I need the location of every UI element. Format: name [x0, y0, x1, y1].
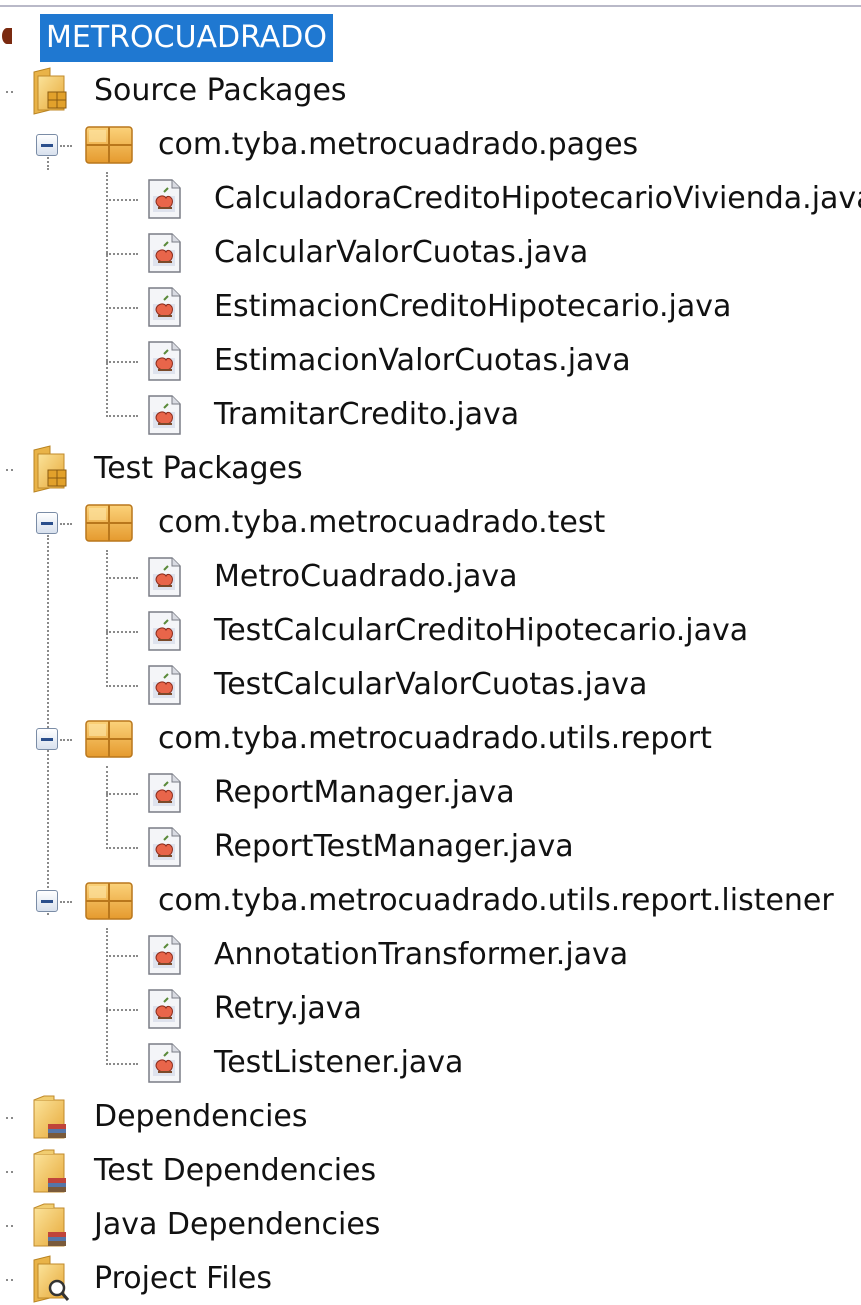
- node-label: EstimacionCreditoHipotecario.java: [214, 289, 732, 324]
- project-files-node[interactable]: Project Files: [30, 1253, 272, 1305]
- node-label: com.tyba.metrocuadrado.test: [158, 505, 606, 540]
- java-file-icon: [144, 340, 184, 382]
- test-packages-folder-icon: [30, 444, 72, 494]
- node-label: Test Dependencies: [94, 1153, 377, 1188]
- node-label: com.tyba.metrocuadrado.utils.report: [158, 721, 712, 756]
- dependencies-node[interactable]: Dependencies: [30, 1091, 308, 1143]
- java-file-icon: [144, 1042, 184, 1084]
- file-node[interactable]: EstimacionCreditoHipotecario.java: [144, 281, 731, 333]
- file-node[interactable]: CalculadoraCreditoHipotecarioVivienda.ja…: [144, 173, 861, 225]
- library-folder-icon: [30, 1200, 72, 1250]
- node-label: Retry.java: [214, 991, 362, 1026]
- file-node[interactable]: ReportManager.java: [144, 767, 515, 819]
- node-label: TestListener.java: [214, 1045, 464, 1080]
- node-label: Project Files: [94, 1261, 273, 1296]
- library-folder-icon: [30, 1092, 72, 1142]
- node-label: TramitarCredito.java: [214, 397, 520, 432]
- node-label: ReportTestManager.java: [214, 829, 574, 864]
- source-packages-node[interactable]: Source Packages: [30, 65, 347, 117]
- file-node[interactable]: TestCalcularCreditoHipotecario.java: [144, 605, 748, 657]
- package-node-report[interactable]: com.tyba.metrocuadrado.utils.report: [84, 713, 712, 765]
- test-packages-node[interactable]: Test Packages: [30, 443, 303, 495]
- node-label: ReportManager.java: [214, 775, 515, 810]
- node-label: Test Packages: [94, 451, 303, 486]
- library-folder-icon: [30, 1146, 72, 1196]
- file-node[interactable]: MetroCuadrado.java: [144, 551, 518, 603]
- java-file-icon: [144, 556, 184, 598]
- maven-project-icon: [2, 28, 12, 44]
- node-label: TestCalcularCreditoHipotecario.java: [214, 613, 749, 648]
- node-label: MetroCuadrado.java: [214, 559, 518, 594]
- file-node[interactable]: AnnotationTransformer.java: [144, 929, 628, 981]
- node-label: Java Dependencies: [94, 1207, 381, 1242]
- project-root-node[interactable]: METROCUADRADO: [40, 14, 334, 62]
- java-file-icon: [144, 934, 184, 976]
- test-dependencies-node[interactable]: Test Dependencies: [30, 1145, 376, 1197]
- window-top-border: [0, 5, 861, 7]
- node-label: CalcularValorCuotas.java: [214, 235, 589, 270]
- java-package-icon: [84, 881, 134, 921]
- java-file-icon: [144, 394, 184, 436]
- source-packages-folder-icon: [30, 66, 72, 116]
- file-node[interactable]: EstimacionValorCuotas.java: [144, 335, 631, 387]
- java-file-icon: [144, 988, 184, 1030]
- node-label: Source Packages: [94, 73, 347, 108]
- node-label: TestCalcularValorCuotas.java: [214, 667, 648, 702]
- node-label: com.tyba.metrocuadrado.pages: [158, 127, 639, 162]
- node-label: com.tyba.metrocuadrado.utils.report.list…: [158, 883, 834, 918]
- file-node[interactable]: TestCalcularValorCuotas.java: [144, 659, 647, 711]
- file-node[interactable]: TestListener.java: [144, 1037, 463, 1089]
- java-file-icon: [144, 826, 184, 868]
- collapse-toggle-listener[interactable]: [36, 890, 58, 912]
- file-node[interactable]: ReportTestManager.java: [144, 821, 574, 873]
- collapse-toggle-report[interactable]: [36, 728, 58, 750]
- java-dependencies-node[interactable]: Java Dependencies: [30, 1199, 380, 1251]
- java-package-icon: [84, 503, 134, 543]
- collapse-toggle-pages[interactable]: [36, 134, 58, 156]
- java-file-icon: [144, 610, 184, 652]
- node-label: EstimacionValorCuotas.java: [214, 343, 631, 378]
- file-node[interactable]: CalcularValorCuotas.java: [144, 227, 588, 279]
- file-node[interactable]: Retry.java: [144, 983, 362, 1035]
- node-label: CalculadoraCreditoHipotecarioVivienda.ja…: [214, 181, 861, 216]
- java-package-icon: [84, 125, 134, 165]
- file-node[interactable]: TramitarCredito.java: [144, 389, 519, 441]
- java-package-icon: [84, 719, 134, 759]
- java-file-icon: [144, 232, 184, 274]
- package-node-pages[interactable]: com.tyba.metrocuadrado.pages: [84, 119, 638, 171]
- collapse-toggle-test[interactable]: [36, 512, 58, 534]
- node-label: AnnotationTransformer.java: [214, 937, 629, 972]
- java-file-icon: [144, 286, 184, 328]
- node-label: Dependencies: [94, 1099, 308, 1134]
- java-file-icon: [144, 772, 184, 814]
- package-node-listener[interactable]: com.tyba.metrocuadrado.utils.report.list…: [84, 875, 834, 927]
- java-file-icon: [144, 664, 184, 706]
- package-node-test[interactable]: com.tyba.metrocuadrado.test: [84, 497, 605, 549]
- project-files-folder-icon: [30, 1254, 72, 1304]
- java-file-icon: [144, 178, 184, 220]
